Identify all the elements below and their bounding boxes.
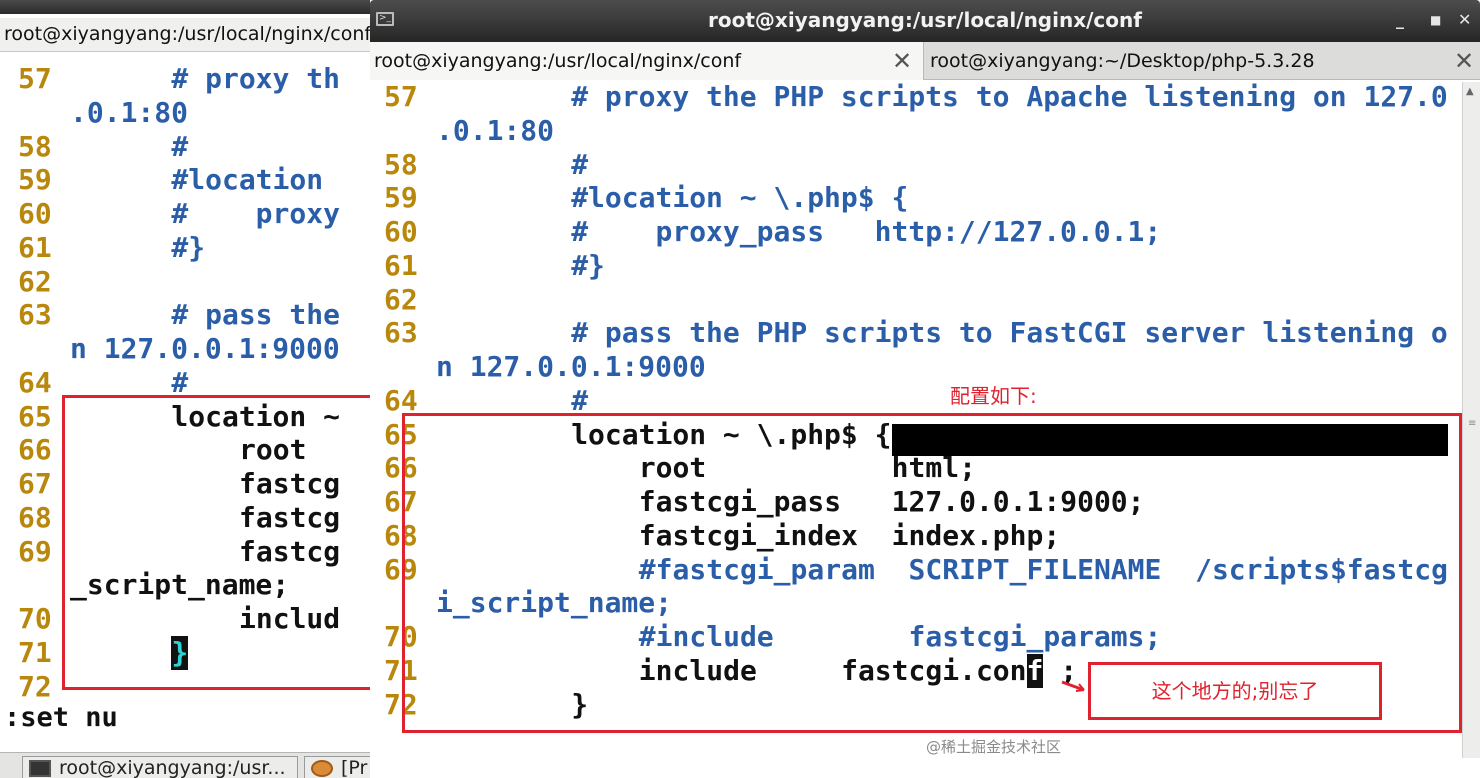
line-text: n 127.0.0.1:9000 (436, 350, 706, 383)
editor-line: 58 # (370, 148, 1462, 182)
line-number: 66 (18, 433, 52, 467)
window-title: root@xiyangyang:/usr/local/nginx/conf (708, 8, 1142, 32)
line-number: 57 (18, 62, 52, 95)
line-number: 63 (18, 298, 52, 332)
line-number: 57 (384, 80, 418, 113)
editor-line: 59 #location ~ \.php$ { (370, 181, 1462, 215)
scroll-up-icon[interactable]: ▲ (1466, 86, 1478, 100)
close-icon[interactable]: ✕ (1458, 10, 1471, 29)
editor-line: 57 # proxy the PHP scripts to Apache list… (370, 80, 1462, 114)
minimize-icon[interactable]: _ (1396, 10, 1404, 29)
watermark: @稀土掘金技术社区 (926, 738, 1062, 756)
editor-line: 63 # pass the PHP scripts to FastCGI serv… (370, 316, 1462, 350)
line-number: 65 (18, 399, 52, 433)
scroll-grip-icon[interactable]: ≡ (1468, 418, 1476, 429)
back-tab-title[interactable]: root@xiyangyang:/usr/local/nginx/conf (0, 18, 380, 52)
line-number: 72 (18, 669, 52, 703)
editor-line: 59 #location (0, 163, 380, 197)
line-text: # pass the (171, 298, 340, 332)
line-number: 61 (18, 230, 52, 264)
tab-close-icon[interactable]: ✕ (1454, 42, 1474, 80)
line-text: # (571, 147, 589, 181)
terminal-tabs: root@xiyangyang:/usr/local/nginx/conf ✕ … (370, 42, 1480, 80)
editor-line: .0.1:80 (0, 96, 380, 130)
back-window-titlebar[interactable] (0, 0, 380, 14)
editor-line: 62 (370, 283, 1462, 317)
editor-line: 62 (0, 265, 380, 299)
line-text: #location ~ \.php$ { (571, 181, 909, 215)
editor-line: n 127.0.0.1:9000 (370, 350, 1462, 384)
line-text: # proxy the PHP scripts to Apache listen… (571, 80, 1448, 113)
tab-nginx-conf[interactable]: root@xiyangyang:/usr/local/nginx/conf ✕ (370, 42, 924, 80)
highlight-box-back (62, 395, 380, 690)
taskbar-item-label: root@xiyangyang:/usr... (59, 757, 286, 778)
line-text: # proxy th (171, 62, 340, 95)
line-text: .0.1:80 (70, 95, 189, 129)
line-number: 62 (384, 282, 418, 316)
line-number: 60 (384, 215, 418, 248)
line-text: .0.1:80 (436, 113, 555, 147)
line-number: 68 (18, 500, 52, 534)
line-number: 69 (18, 534, 52, 568)
line-number: 70 (18, 602, 52, 635)
browser-icon (311, 760, 333, 777)
taskbar: root@xiyangyang:/usr... [Pr (0, 752, 380, 778)
taskbar-item-terminal[interactable]: root@xiyangyang:/usr... (22, 756, 298, 778)
line-text: #} (571, 248, 605, 282)
taskbar-item-label: [Pr (341, 757, 368, 778)
line-text: # proxy_pass http://127.0.0.1; (571, 215, 1162, 248)
annotation-config-note: 配置如下: (950, 384, 1037, 408)
editor-line: 58 # (0, 130, 380, 164)
annotation-reminder-box: 这个地方的;别忘了 (1088, 662, 1382, 720)
maximize-icon[interactable]: ■ (1430, 13, 1441, 27)
line-number: 64 (18, 365, 52, 399)
line-number: 60 (18, 197, 52, 230)
line-number: 61 (384, 248, 418, 282)
line-number: 62 (18, 264, 52, 298)
line-number: 67 (18, 467, 52, 500)
editor-line: .0.1:80 (370, 114, 1462, 148)
editor-line: 60 # proxy_pass http://127.0.0.1; (370, 215, 1462, 249)
annotation-arrow-icon (1061, 680, 1085, 692)
editor-line: 61 #} (0, 231, 380, 265)
line-text: # pass the PHP scripts to FastCGI server… (571, 316, 1448, 350)
back-terminal-window: root@xiyangyang:/usr/local/nginx/conf 57… (0, 0, 380, 778)
window-titlebar[interactable]: >_ root@xiyangyang:/usr/local/nginx/conf… (370, 0, 1480, 42)
editor-line: 61 #} (370, 249, 1462, 283)
line-number: 59 (384, 181, 418, 215)
line-text: # proxy (171, 197, 340, 230)
editor-line: 57 # proxy th (0, 62, 380, 96)
tab-label: root@xiyangyang:~/Desktop/php-5.3.28 (930, 50, 1315, 72)
vim-command-line: :set nu (4, 702, 118, 733)
editor-line: 63 # pass the (0, 298, 380, 332)
taskbar-item-browser[interactable]: [Pr (304, 756, 380, 778)
tab-label: root@xiyangyang:/usr/local/nginx/conf (374, 50, 742, 72)
line-number: 58 (18, 129, 52, 163)
editor-line: 60 # proxy (0, 197, 380, 231)
scrollbar[interactable]: ▲ ≡ (1462, 82, 1480, 758)
line-text: #} (171, 230, 206, 264)
line-text: #location (171, 163, 324, 197)
front-terminal-window: >_ root@xiyangyang:/usr/local/nginx/conf… (370, 0, 1480, 778)
line-text: n 127.0.0.1:9000 (70, 332, 340, 365)
tab-close-icon[interactable]: ✕ (892, 42, 912, 80)
line-text: # (171, 129, 189, 163)
editor-line: n 127.0.0.1:9000 (0, 332, 380, 366)
line-number: 59 (18, 163, 52, 197)
line-number: 58 (384, 147, 418, 181)
line-number: 71 (18, 635, 52, 669)
terminal-icon (29, 760, 51, 777)
line-number: 63 (384, 316, 418, 350)
tab-php-desktop[interactable]: root@xiyangyang:~/Desktop/php-5.3.28 ✕ (926, 42, 1480, 80)
